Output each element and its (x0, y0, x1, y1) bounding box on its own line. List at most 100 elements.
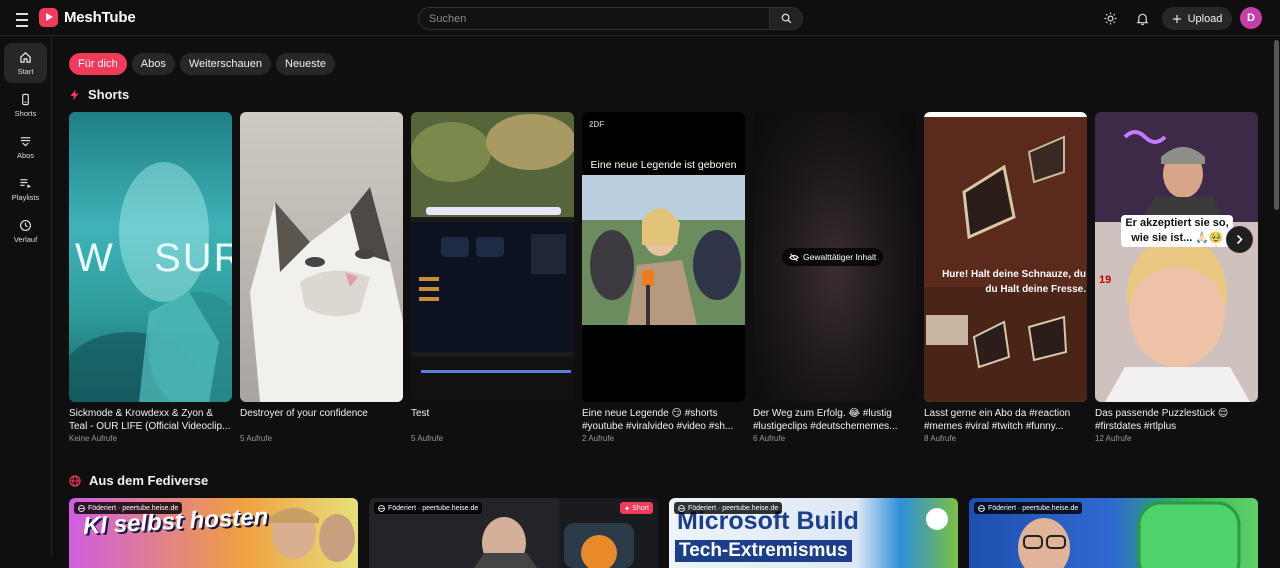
chip-weiterschauen[interactable]: Weiterschauen (179, 53, 271, 75)
short-card[interactable]: Test 5 Aufrufe (411, 112, 574, 443)
sidebar-item-label: Abos (16, 150, 35, 160)
filter-chips: Für dich Abos Weiterschauen Neueste (69, 53, 335, 75)
sidebar-item-label: Start (17, 66, 34, 76)
shorts-row: W SURV Sickmode & Krowdexx & Zyon & Teal… (69, 112, 1258, 443)
history-icon (19, 219, 32, 231)
top-bar: MeshTube Upload D (0, 0, 1280, 36)
short-title[interactable]: Lasst gerne ein Abo da #reaction #memes … (924, 408, 1087, 433)
federated-badge-label: Föderiert · peertube.heise.de (688, 504, 779, 512)
video-overlay-text: Eine neue Legende ist geboren (590, 159, 737, 171)
short-badge: Short (620, 502, 653, 514)
globe-icon (378, 504, 385, 512)
fediverse-video-card[interactable]: Föderiert · peertube.heise.de Short (369, 498, 658, 568)
section-title: Aus dem Fediverse (89, 473, 209, 488)
plus-icon (1172, 14, 1181, 23)
content-warning-label: Gewalttätiger Inhalt (803, 252, 877, 262)
video-overlay-text: Hure! Halt deine Schnauze, du du Halt de… (942, 269, 1086, 295)
overlay-number: 19 (1099, 274, 1112, 286)
federated-badge-label: Föderiert · peertube.heise.de (388, 504, 479, 512)
section-title: Shorts (88, 87, 130, 102)
search-bar (418, 7, 803, 30)
short-thumbnail[interactable]: Gewalttätiger Inhalt (753, 112, 916, 402)
short-thumbnail[interactable]: 2DF Eine neue Legende ist geboren (582, 112, 745, 402)
short-thumbnail[interactable] (240, 112, 403, 402)
fediverse-video-card[interactable]: Föderiert · peertube.heise.de (969, 498, 1258, 568)
play-logo-icon (39, 8, 58, 27)
short-views: 5 Aufrufe (240, 434, 273, 443)
content-warning-badge[interactable]: Gewalttätiger Inhalt (782, 248, 884, 266)
short-thumbnail[interactable]: W SURV (69, 112, 232, 402)
short-thumbnail[interactable]: Er akzeptiert sie so, wie sie ist... 🙏🏻🥹… (1095, 112, 1258, 402)
sidebar-item-playlists[interactable]: Playlists (4, 169, 47, 209)
short-views: Keine Aufrufe (69, 434, 118, 443)
bell-icon (1135, 13, 1149, 25)
sidebar-item-label: Playlists (11, 192, 40, 202)
fediverse-video-card[interactable]: KI selbst hosten Föderiert · peertube.he… (69, 498, 358, 568)
short-card[interactable]: W SURV Sickmode & Krowdexx & Zyon & Teal… (69, 112, 232, 443)
sidebar-item-label: Shorts (14, 108, 37, 118)
scrollbar-thumb[interactable] (1274, 40, 1279, 210)
upload-button[interactable]: Upload (1162, 7, 1232, 30)
app-logo[interactable]: MeshTube (39, 8, 136, 27)
search-icon (781, 13, 791, 24)
short-title[interactable]: Eine neue Legende 😏 #shorts #youtube #vi… (582, 408, 745, 433)
subscriptions-icon (20, 136, 31, 147)
short-thumbnail[interactable]: Hure! Halt deine Schnauze, du du Halt de… (924, 112, 1087, 402)
home-icon (20, 51, 31, 63)
globe-icon (678, 504, 685, 512)
fediverse-video-card[interactable]: Microsoft Build Tech-Extremismus Föderie… (669, 498, 958, 568)
avatar[interactable]: D (1240, 7, 1262, 29)
chevron-right-icon (1236, 234, 1243, 245)
federated-badge-label: Föderiert · peertube.heise.de (988, 504, 1079, 512)
short-title[interactable]: Test (411, 408, 574, 433)
federated-badge: Föderiert · peertube.heise.de (674, 502, 783, 514)
sidebar-item-abos[interactable]: Abos (4, 127, 47, 167)
video-overlay-text: Er akzeptiert sie so, wie sie ist... 🙏🏻🥹 (1121, 215, 1233, 247)
carousel-next-button[interactable] (1226, 226, 1253, 253)
fediverse-section-header: Aus dem Fediverse (69, 473, 208, 488)
lightning-icon (70, 89, 79, 100)
sidebar: Start Shorts Abos Playlists Verlauf (0, 37, 52, 556)
short-card[interactable]: 2DF Eine neue Legende ist geboren Eine n… (582, 112, 745, 443)
globe-icon (978, 504, 985, 512)
chip-fuer-dich[interactable]: Für dich (69, 53, 127, 75)
short-views: 6 Aufrufe (753, 434, 786, 443)
federated-badge: Föderiert · peertube.heise.de (974, 502, 1083, 514)
globe-icon (78, 504, 85, 512)
menu-icon[interactable] (12, 9, 32, 27)
short-views: 12 Aufrufe (1095, 434, 1132, 443)
short-views: 8 Aufrufe (924, 434, 957, 443)
sidebar-item-start[interactable]: Start (4, 43, 47, 83)
federated-badge: Föderiert · peertube.heise.de (374, 502, 483, 514)
short-card[interactable]: Hure! Halt deine Schnauze, du du Halt de… (924, 112, 1087, 443)
channel-watermark: 2DF (589, 120, 605, 129)
short-thumbnail[interactable] (411, 112, 574, 402)
short-title[interactable]: Sickmode & Krowdexx & Zyon & Teal - OUR … (69, 408, 232, 433)
fediverse-row: KI selbst hosten Föderiert · peertube.he… (69, 498, 1258, 568)
search-input[interactable] (419, 8, 769, 29)
short-card[interactable]: Destroyer of your confidence 5 Aufrufe (240, 112, 403, 443)
globe-icon (69, 474, 81, 487)
notifications-button[interactable] (1133, 9, 1151, 27)
shorts-section-header: Shorts (69, 87, 129, 102)
sidebar-item-shorts[interactable]: Shorts (4, 85, 47, 125)
chip-abos[interactable]: Abos (131, 53, 175, 75)
lightning-icon (625, 505, 630, 511)
sun-icon (1103, 11, 1117, 25)
search-button[interactable] (769, 8, 802, 29)
eye-off-icon (789, 252, 799, 262)
sidebar-item-label: Verlauf (13, 234, 38, 244)
federated-badge: Föderiert · peertube.heise.de (74, 502, 183, 514)
short-views: 2 Aufrufe (582, 434, 615, 443)
shorts-icon (22, 93, 29, 105)
short-card[interactable]: Gewalttätiger Inhalt Der Weg zum Erfolg.… (753, 112, 916, 443)
short-title[interactable]: Das passende Puzzlestück 😌 #firstdates #… (1095, 408, 1258, 433)
theme-toggle-button[interactable] (1101, 9, 1119, 27)
short-title[interactable]: Der Weg zum Erfolg. 😂 #lustig #lustigecl… (753, 408, 916, 433)
playlists-icon (20, 178, 32, 188)
short-views: 5 Aufrufe (411, 434, 444, 443)
short-card[interactable]: Er akzeptiert sie so, wie sie ist... 🙏🏻🥹… (1095, 112, 1258, 443)
short-title[interactable]: Destroyer of your confidence (240, 408, 403, 433)
chip-neueste[interactable]: Neueste (276, 53, 335, 75)
sidebar-item-verlauf[interactable]: Verlauf (4, 211, 47, 251)
